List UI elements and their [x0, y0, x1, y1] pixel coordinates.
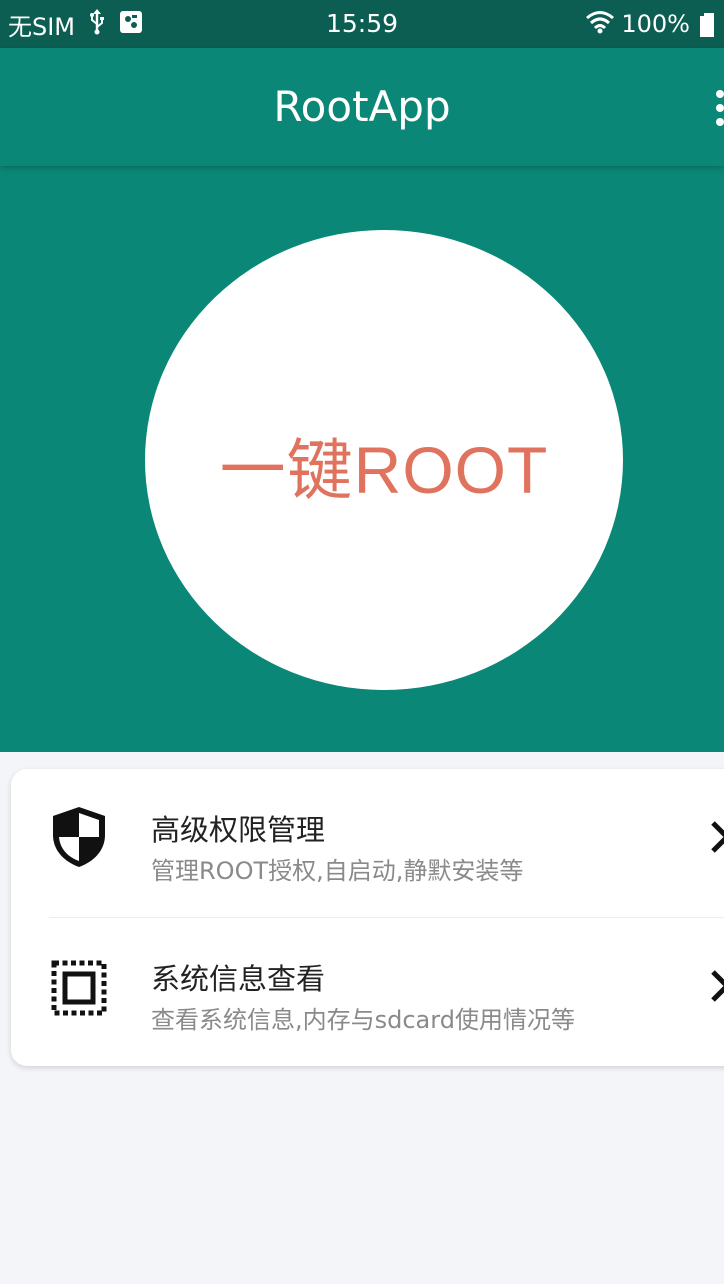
- status-right: 100%: [585, 0, 714, 48]
- item-title: 高级权限管理: [151, 813, 326, 847]
- battery-percent: 100%: [621, 10, 690, 38]
- shield-icon: [51, 805, 107, 869]
- wifi-icon: [585, 10, 615, 38]
- app-bar: RootApp: [0, 48, 724, 166]
- battery-icon: [700, 13, 714, 37]
- app-title: RootApp: [273, 82, 451, 131]
- overflow-menu-icon[interactable]: [712, 88, 724, 128]
- item-subtitle: 管理ROOT授权,自启动,静默安装等: [151, 857, 524, 885]
- chevron-right-icon: [709, 966, 724, 1006]
- one-click-root-button[interactable]: 一键ROOT: [145, 230, 623, 690]
- menu-card: 高级权限管理 管理ROOT授权,自启动,静默安装等 系统信息查看 查看系统信息,…: [11, 769, 724, 1066]
- item-subtitle: 查看系统信息,内存与sdcard使用情况等: [151, 1006, 575, 1034]
- item-title: 系统信息查看: [151, 962, 326, 996]
- hero-section: 一键ROOT: [0, 166, 724, 752]
- system-info-item[interactable]: 系统信息查看 查看系统信息,内存与sdcard使用情况等: [11, 918, 724, 1066]
- root-button-label: 一键ROOT: [219, 433, 549, 507]
- status-bar: 无SIM 15:59 100%: [0, 0, 724, 48]
- chip-icon: [51, 960, 107, 1024]
- advanced-permission-item[interactable]: 高级权限管理 管理ROOT授权,自启动,静默安装等: [11, 769, 724, 917]
- chevron-right-icon: [709, 817, 724, 857]
